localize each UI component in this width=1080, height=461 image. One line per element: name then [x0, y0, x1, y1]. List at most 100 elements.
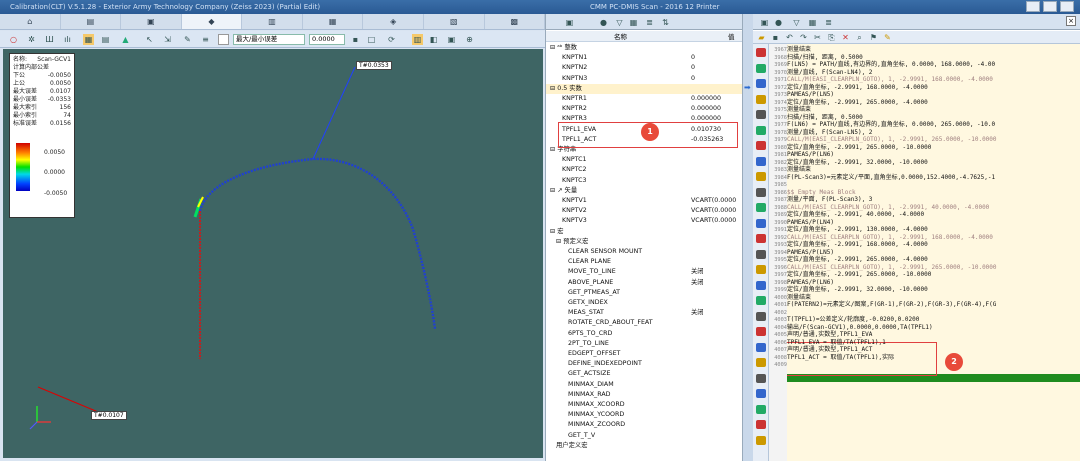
dot-icon[interactable]: ●	[598, 17, 609, 28]
mode-select[interactable]: 最大/最小误差	[233, 34, 305, 45]
value-input[interactable]: 0.0000	[309, 34, 345, 45]
box-icon[interactable]	[218, 34, 229, 45]
tree-item-label[interactable]: 用户定义宏	[556, 441, 587, 451]
side-tool-icon[interactable]	[756, 311, 766, 321]
minimize-button[interactable]	[1026, 1, 1040, 12]
tree-item-label[interactable]: KNPTC3	[562, 176, 587, 186]
tree-item-value[interactable]: VCART(0.0000	[691, 206, 736, 216]
code-editor[interactable]: 2 测量结束 扫描/扫描, 距离, 0.5000 F(LN5) = PATH/直线,…	[787, 44, 1080, 461]
tree-item-label[interactable]: CLEAR SENSOR MOUNT	[568, 247, 642, 257]
side-tool-icon[interactable]	[756, 389, 766, 398]
side-tool-icon[interactable]	[756, 79, 766, 88]
side-tool-icon[interactable]	[756, 420, 766, 429]
scale-icon[interactable]: ⇲	[162, 34, 173, 45]
tree-item-label[interactable]: MINMAX_YCOORD	[568, 410, 624, 420]
side-tool-icon[interactable]	[756, 280, 766, 290]
print-icon[interactable]: ▣	[446, 34, 457, 45]
tree-item-label[interactable]: KNPTC2	[562, 165, 587, 175]
gear-icon[interactable]: ✲	[26, 34, 37, 45]
tree-item-label[interactable]: GET_T_V	[568, 431, 595, 441]
sort-icon[interactable]: ⇅	[660, 17, 671, 28]
find-icon[interactable]: ⌕	[854, 32, 865, 43]
copy-icon[interactable]: ⎘	[826, 32, 837, 43]
tree-item-label[interactable]: MEAS_STAT	[568, 308, 604, 318]
side-tool-icon[interactable]	[756, 48, 766, 57]
ribbon-tab-measure-icon[interactable]: ▥	[242, 14, 303, 29]
bars-icon[interactable]: Ш	[44, 34, 55, 45]
tree-item-label[interactable]: EDGEPT_OFFSET	[568, 349, 620, 359]
tree-item-value[interactable]: 关闭	[691, 308, 704, 318]
side-tool-icon[interactable]	[756, 218, 766, 228]
annotation-min-label[interactable]: T#0.0107	[91, 411, 127, 420]
tree-item-label[interactable]: ⊟ 宏	[550, 227, 564, 237]
code-line[interactable]	[787, 361, 1080, 369]
ribbon-tab-file-icon[interactable]: ▤	[61, 14, 122, 29]
shape-icon[interactable]: ▲	[120, 34, 131, 45]
tree-item-label[interactable]: KNPTV1	[562, 196, 587, 206]
deviation-legend[interactable]: 名称: Scan-GCV1 计算内部公差 下公 -0.0050 上公 0.0050 最大误…	[9, 53, 75, 218]
side-tool-icon[interactable]	[756, 110, 766, 119]
sheet-icon[interactable]: ▤	[100, 34, 111, 45]
edit-filter-icon[interactable]: ▽	[791, 17, 802, 28]
tree-item-label[interactable]: KNPTN2	[562, 63, 587, 73]
side-tool-icon[interactable]	[756, 125, 766, 135]
square-icon[interactable]: □	[366, 34, 377, 45]
edit-panel-icon[interactable]: ▣	[759, 17, 770, 28]
tree-item-label[interactable]: KNPTC1	[562, 155, 587, 165]
side-tool-icon[interactable]	[756, 296, 766, 305]
histogram-icon[interactable]: ılı	[62, 34, 73, 45]
tree-item-label[interactable]: ROTATE_CRD_ABOUT_FEAT	[568, 318, 653, 328]
paint-icon[interactable]: ✎	[182, 34, 193, 45]
graphics-viewport[interactable]: T#0.0353 T#0.0107 名称: Scan-GCV1 计算内部公差 下公…	[3, 49, 543, 458]
panel-icon[interactable]: ▣	[564, 17, 575, 28]
side-tool-icon[interactable]	[756, 358, 766, 367]
delete-icon[interactable]: ✕	[840, 32, 851, 43]
side-tool-icon[interactable]	[756, 187, 766, 197]
tree-item-label[interactable]: MINMAX_DIAM	[568, 380, 614, 390]
side-tool-icon[interactable]	[756, 373, 766, 383]
side-tool-icon[interactable]	[756, 265, 766, 274]
tree-item-label[interactable]: MINMAX_RAD	[568, 390, 610, 400]
tree-item-label[interactable]: MINMAX_ZCOORD	[568, 420, 625, 430]
tree-item-label[interactable]: KNPTR1	[562, 94, 587, 104]
side-tool-icon[interactable]	[756, 404, 766, 414]
pencil-icon[interactable]: ✎	[882, 32, 893, 43]
pointer-icon[interactable]: ↖	[144, 34, 155, 45]
bookmark-icon[interactable]: ⚑	[868, 32, 879, 43]
side-tool-icon[interactable]	[756, 156, 766, 166]
edit-list-icon[interactable]: ≣	[823, 17, 834, 28]
grid-icon[interactable]: ▦	[628, 17, 639, 28]
folder-icon[interactable]: ▰	[756, 32, 767, 43]
ribbon-tab-display-icon[interactable]: ▣	[121, 14, 182, 29]
ribbon-tab-graphics-icon[interactable]: ◆	[181, 14, 243, 29]
side-tool-icon[interactable]	[756, 203, 766, 212]
list-icon[interactable]: ≣	[644, 17, 655, 28]
layout-icon[interactable]: ▥	[412, 34, 423, 45]
tree-item-label[interactable]: KNPTN3	[562, 74, 587, 84]
tree-item-label[interactable]: ⊟ 预定义宏	[556, 237, 588, 247]
tree-item-value[interactable]: 0.000000	[691, 104, 721, 114]
ribbon-tab-home-icon[interactable]: ⌂	[0, 14, 61, 29]
tree-item-label[interactable]: GETX_INDEX	[568, 298, 608, 308]
side-tool-icon[interactable]	[756, 63, 766, 73]
side-tool-icon[interactable]	[756, 249, 766, 259]
tree-item-label[interactable]: 2PT_TO_LINE	[568, 339, 609, 349]
ribbon-tab-report-icon[interactable]: ▦	[303, 14, 364, 29]
name-column-header[interactable]: 名称	[614, 31, 627, 41]
redo-icon[interactable]: ↷	[798, 32, 809, 43]
refresh-icon[interactable]: ⟳	[386, 34, 397, 45]
tree-item-label[interactable]: KNPTN1	[562, 53, 587, 63]
tree-item-value[interactable]: 0	[691, 53, 695, 63]
tree-item-label[interactable]: MOVE_TO_LINE	[568, 267, 616, 277]
grid-view-icon[interactable]: ▦	[83, 34, 94, 45]
ribbon-tab-view-icon[interactable]: ▧	[424, 14, 485, 29]
maximize-button[interactable]	[1043, 1, 1057, 12]
tree-item-label[interactable]: KNPTV2	[562, 206, 587, 216]
tree-item-label[interactable]: ABOVE_PLANE	[568, 278, 613, 288]
annotation-max-label[interactable]: T#0.0353	[356, 61, 392, 70]
side-tool-icon[interactable]	[756, 94, 766, 104]
tree-item-label[interactable]: MINMAX_XCOORD	[568, 400, 625, 410]
tree-item-label[interactable]: GET_PTMEAS_AT	[568, 288, 620, 298]
side-tool-icon[interactable]	[756, 327, 766, 336]
tree-item-value[interactable]: 关闭	[691, 278, 704, 288]
